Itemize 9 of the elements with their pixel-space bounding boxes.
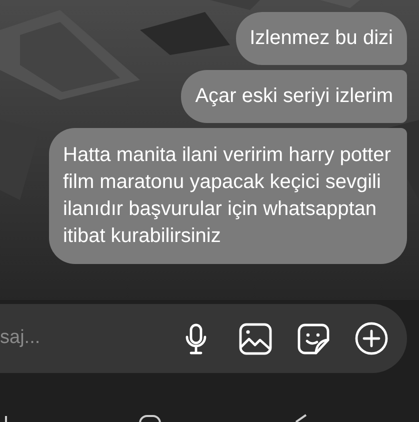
- sticker-icon[interactable]: [297, 322, 330, 354]
- add-icon[interactable]: [355, 322, 388, 355]
- message-input[interactable]: saj...: [0, 324, 150, 353]
- microphone-icon[interactable]: [185, 322, 207, 354]
- message-bubble: Izlenmez bu dizi: [236, 12, 407, 65]
- back-icon[interactable]: [293, 414, 307, 422]
- message-bubble: Açar eski seriyi izlerim: [181, 70, 407, 123]
- message-bubble: Hatta manita ilani veririm harry potter film maratonu yapacak keçici sevgili ilanıdır başvurular için whatsapptan itibat kurabilirsiniz: [49, 128, 407, 264]
- image-icon[interactable]: [239, 322, 272, 354]
